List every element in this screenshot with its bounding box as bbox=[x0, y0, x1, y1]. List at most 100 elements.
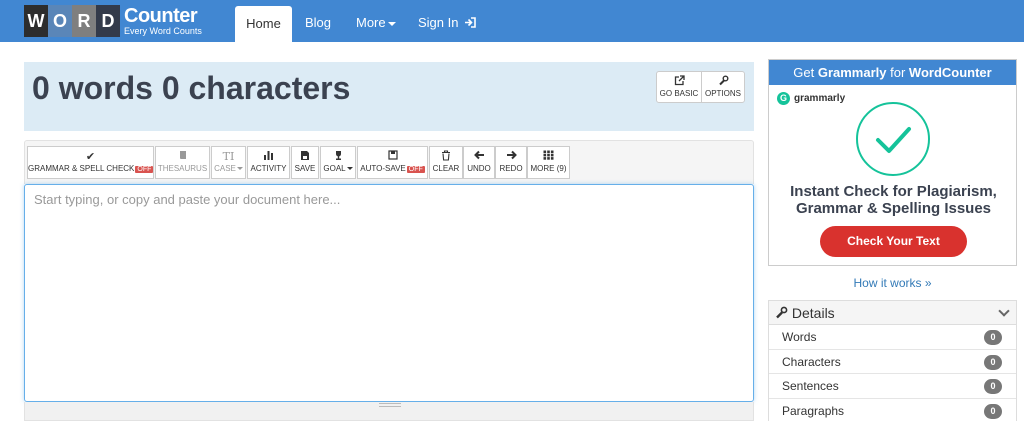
redo-label: REDO bbox=[499, 164, 523, 173]
editor-toolbar: ✔ GRAMMAR & SPELL CHECK OFF THESAURUS TI … bbox=[24, 140, 754, 184]
arrow-right-icon bbox=[496, 150, 526, 164]
ad-head-mid: for bbox=[886, 65, 909, 80]
grammar-check-label: GRAMMAR & SPELL CHECK bbox=[28, 164, 135, 173]
grammarly-ad[interactable]: Get Grammarly for WordCounter G grammarl… bbox=[768, 59, 1017, 266]
detail-label: Paragraphs bbox=[782, 403, 845, 418]
details-header[interactable]: Details bbox=[769, 301, 1016, 325]
nav-more-label: More bbox=[356, 15, 386, 30]
logo-main-text: Counter bbox=[124, 5, 198, 27]
details-title: Details bbox=[791, 305, 835, 321]
detail-label: Characters bbox=[782, 354, 841, 369]
word-character-count: 0 words 0 characters bbox=[32, 70, 351, 106]
activity-label: ACTIVITY bbox=[250, 164, 287, 173]
thesaurus-button[interactable]: THESAURUS bbox=[155, 146, 210, 179]
save-file-icon bbox=[292, 150, 318, 164]
grammar-off-badge: OFF bbox=[135, 166, 154, 173]
trophy-icon bbox=[321, 150, 355, 164]
clear-label: CLEAR bbox=[432, 164, 460, 173]
grammarly-g-icon: G bbox=[777, 92, 790, 105]
text-height-icon: TI bbox=[222, 150, 235, 163]
caret-down-icon bbox=[236, 167, 243, 171]
activity-button[interactable]: ACTIVITY bbox=[247, 146, 290, 179]
count-badge: 0 bbox=[984, 403, 1002, 419]
arrow-left-icon bbox=[464, 150, 494, 164]
nav-home-label: Home bbox=[246, 16, 281, 31]
count-badge: 0 bbox=[984, 330, 1002, 345]
case-label: CASE bbox=[214, 164, 236, 173]
ad-headline-line2: Grammar & Spelling Issues bbox=[795, 200, 992, 217]
auto-save-label: AUTO-SAVE bbox=[360, 164, 406, 173]
floppy-disk-icon bbox=[358, 150, 427, 164]
options-label: OPTIONS bbox=[704, 89, 741, 98]
options-button[interactable]: OPTIONS bbox=[701, 71, 745, 103]
ad-header: Get Grammarly for WordCounter bbox=[769, 60, 1016, 85]
save-button[interactable]: SAVE bbox=[291, 146, 319, 179]
nav-blog[interactable]: Blog bbox=[291, 0, 345, 42]
nav-sign-in-label: Sign In bbox=[418, 15, 459, 30]
detail-label: Words bbox=[782, 330, 817, 344]
grammarly-logo-text: grammarly bbox=[794, 93, 846, 104]
nav-sign-in[interactable]: Sign In bbox=[404, 0, 490, 42]
stats-panel: 0 words 0 characters GO BASIC OPTIONS bbox=[24, 62, 754, 131]
caret-down-icon bbox=[346, 167, 353, 171]
grid-icon bbox=[528, 150, 569, 164]
ad-head-brand: Grammarly bbox=[817, 65, 887, 80]
grammarly-logo: G grammarly bbox=[777, 92, 845, 105]
logo-wordmark: Counter Every Word Counts bbox=[124, 6, 202, 36]
save-label: SAVE bbox=[294, 164, 316, 173]
ad-head-site: WordCounter bbox=[908, 65, 992, 80]
check-your-text-button[interactable]: Check Your Text bbox=[820, 226, 967, 257]
case-dropdown[interactable]: TI CASE bbox=[211, 146, 246, 179]
ad-head-prefix: Get bbox=[793, 65, 818, 80]
site-logo[interactable]: W O R D Counter Every Word Counts bbox=[24, 5, 202, 37]
external-link-icon bbox=[657, 75, 701, 89]
count-badge: 0 bbox=[984, 379, 1002, 394]
ad-headline: Instant Check for Plagiarism, Grammar & … bbox=[769, 183, 1018, 217]
more-tools-button[interactable]: MORE (9) bbox=[527, 146, 570, 179]
detail-row-paragraphs: Paragraphs 0 bbox=[769, 399, 1016, 421]
auto-save-toggle[interactable]: AUTO-SAVE OFF bbox=[357, 146, 428, 179]
goal-dropdown[interactable]: GOAL bbox=[320, 146, 356, 179]
clear-button[interactable]: CLEAR bbox=[429, 146, 463, 179]
detail-label: Sentences bbox=[782, 379, 839, 393]
thesaurus-label: THESAURUS bbox=[157, 164, 208, 173]
nav-home[interactable]: Home bbox=[235, 6, 292, 42]
book-icon bbox=[156, 150, 209, 164]
grammar-check-button[interactable]: ✔ GRAMMAR & SPELL CHECK OFF bbox=[27, 146, 154, 179]
wrench-icon bbox=[702, 75, 744, 89]
checkmark-icon: ✔ bbox=[85, 151, 96, 163]
top-navbar: W O R D Counter Every Word Counts Home B… bbox=[0, 0, 1024, 42]
how-it-works-link[interactable]: How it works » bbox=[768, 276, 1017, 290]
editor-resize-bar[interactable] bbox=[24, 402, 754, 421]
detail-row-characters: Characters 0 bbox=[769, 350, 1016, 374]
detail-row-sentences: Sentences 0 bbox=[769, 374, 1016, 399]
details-panel: Details Words 0 Characters 0 Sentences 0… bbox=[768, 300, 1017, 421]
nav-blog-label: Blog bbox=[305, 15, 332, 30]
go-basic-button[interactable]: GO BASIC bbox=[656, 71, 702, 103]
caret-down-icon bbox=[387, 21, 396, 26]
chevron-down-icon[interactable] bbox=[998, 305, 1010, 317]
undo-label: UNDO bbox=[467, 164, 491, 173]
undo-button[interactable]: UNDO bbox=[463, 146, 495, 179]
ad-headline-line1: Instant Check for Plagiarism, bbox=[790, 183, 997, 200]
text-editor bbox=[24, 184, 754, 402]
logo-letter-w: W bbox=[24, 5, 48, 37]
logo-tagline: Every Word Counts bbox=[124, 26, 202, 36]
goal-label: GOAL bbox=[323, 164, 346, 173]
bar-chart-icon bbox=[248, 150, 289, 164]
count-badge: 0 bbox=[984, 354, 1002, 370]
trash-icon bbox=[430, 150, 462, 164]
logo-letter-r: R bbox=[72, 5, 96, 37]
go-basic-label: GO BASIC bbox=[659, 89, 699, 98]
logo-letter-o: O bbox=[48, 5, 72, 37]
resize-grip-icon[interactable] bbox=[379, 403, 401, 407]
auto-save-off-badge: OFF bbox=[406, 166, 425, 173]
wrench-icon bbox=[776, 306, 788, 319]
redo-button[interactable]: REDO bbox=[495, 146, 527, 179]
big-checkmark-icon bbox=[856, 102, 930, 176]
nav-more-dropdown[interactable]: More bbox=[342, 0, 410, 42]
detail-row-words: Words 0 bbox=[769, 325, 1016, 350]
logo-letter-d: D bbox=[96, 5, 120, 37]
document-textarea[interactable] bbox=[25, 185, 753, 401]
more-tools-label: MORE (9) bbox=[530, 164, 567, 173]
